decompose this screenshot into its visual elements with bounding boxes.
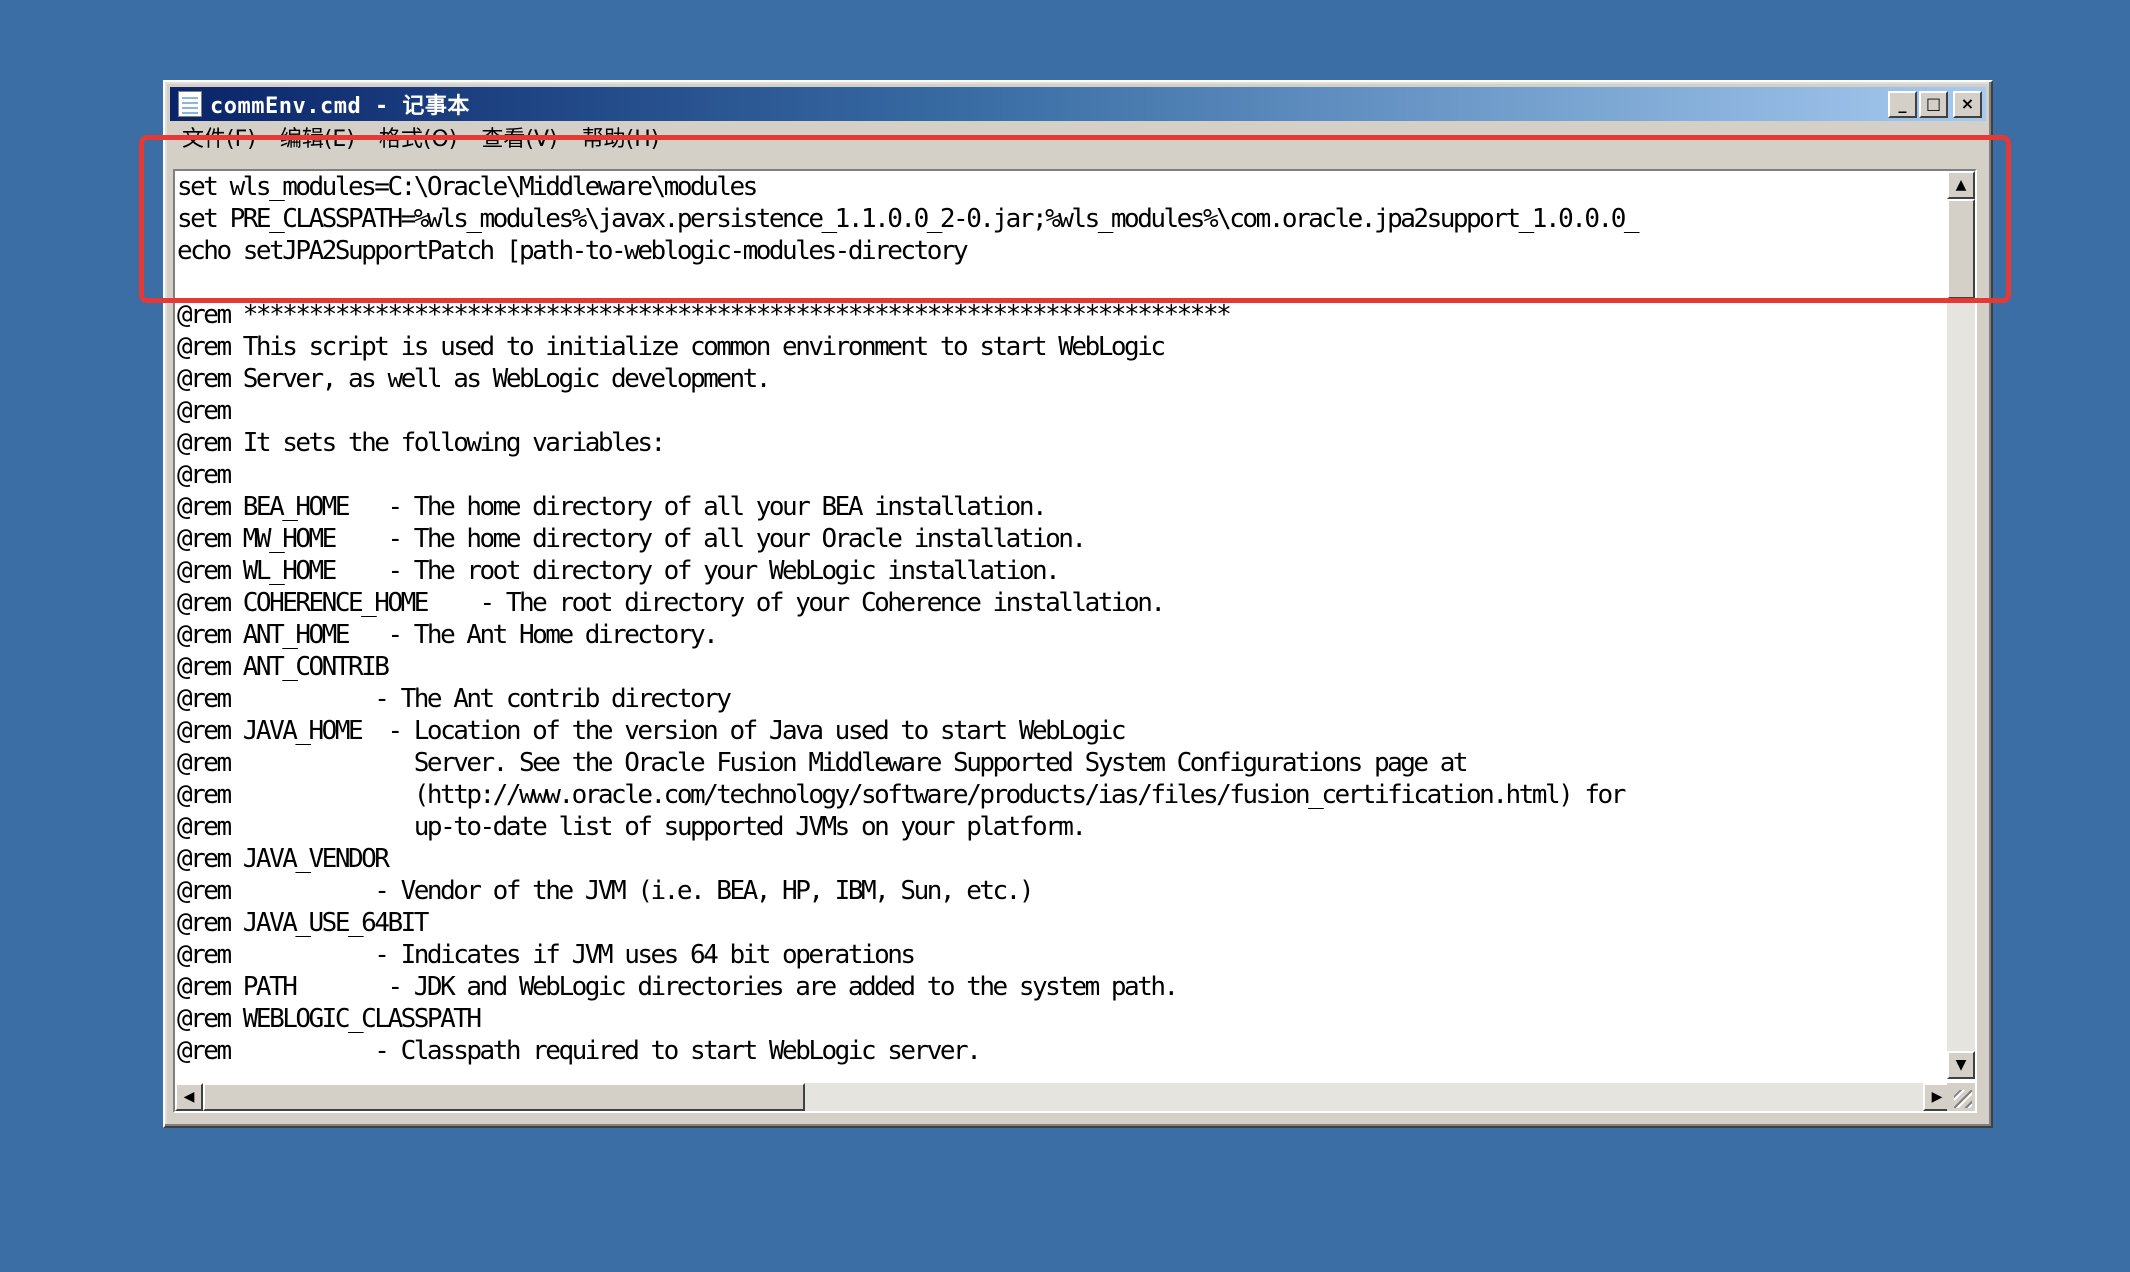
text-line: @rem — [177, 460, 232, 490]
vertical-scrollbar[interactable]: ▲ ▼ — [1947, 171, 1975, 1079]
text-line: @rem JAVA_HOME - Location of the version… — [177, 716, 1127, 746]
notepad-icon — [178, 91, 202, 117]
text-line: @rem — [177, 396, 232, 426]
text-line: @rem up-to-date list of supported JVMs o… — [177, 812, 1087, 842]
text-line: @rem (http://www.oracle.com/technology/s… — [177, 780, 1626, 810]
horizontal-scroll-thumb[interactable] — [203, 1083, 805, 1111]
text-line: @rem BEA_HOME - The home directory of al… — [177, 492, 1048, 522]
menu-file[interactable]: 文件(F) — [170, 121, 268, 153]
scroll-up-button[interactable]: ▲ — [1947, 171, 1975, 199]
text-line: @rem COHERENCE_HOME - The root directory… — [177, 588, 1166, 618]
horizontal-scrollbar[interactable]: ◀ ▶ — [175, 1083, 1951, 1111]
text-line — [177, 267, 1953, 299]
text-line: @rem - Indicates if JVM uses 64 bit oper… — [177, 940, 916, 970]
text-line: @rem JAVA_USE_64BIT — [177, 908, 429, 938]
text-line: echo setJPA2SupportPatch [path-to-weblog… — [177, 236, 969, 266]
menu-help[interactable]: 帮助(H) — [570, 121, 672, 153]
scroll-down-button[interactable]: ▼ — [1947, 1051, 1975, 1079]
text-line: @rem ANT_HOME - The Ant Home directory. — [177, 620, 719, 650]
menu-format[interactable]: 格式(O) — [367, 121, 469, 153]
text-line: @rem Server. See the Oracle Fusion Middl… — [177, 748, 1469, 778]
minimize-button[interactable]: _ — [1888, 90, 1917, 118]
notepad-window: commEnv.cmd - 记事本 _ □ × 文件(F) 编辑(E) 格式(O… — [163, 80, 1993, 1128]
text-line: @rem This script is used to initialize c… — [177, 332, 1166, 362]
text-editor[interactable]: set wls_modules=C:\Oracle\Middleware\mod… — [173, 169, 1977, 1113]
resize-grip[interactable] — [1947, 1083, 1975, 1111]
menu-view[interactable]: 查看(V) — [469, 121, 569, 153]
menu-bar: 文件(F) 编辑(E) 格式(O) 查看(V) 帮助(H) — [170, 122, 1986, 152]
text-line: @rem - Vendor of the JVM (i.e. BEA, HP, … — [177, 876, 1034, 906]
text-line: set PRE_CLASSPATH=%wls_modules%\javax.pe… — [177, 204, 1640, 234]
text-line: @rem JAVA_VENDOR — [177, 844, 390, 874]
close-button[interactable]: × — [1953, 90, 1982, 118]
vertical-scroll-thumb[interactable] — [1947, 199, 1975, 299]
window-title: commEnv.cmd - 记事本 — [210, 94, 470, 119]
maximize-button[interactable]: □ — [1919, 90, 1948, 118]
text-line: @rem ANT_CONTRIB — [177, 652, 390, 682]
text-line: @rem WL_HOME - The root directory of you… — [177, 556, 1061, 586]
text-line: @rem PATH - JDK and WebLogic directories… — [177, 972, 1179, 1002]
text-line: @rem - The Ant contrib directory — [177, 684, 732, 714]
scroll-left-button[interactable]: ◀ — [175, 1083, 203, 1111]
text-line: set wls_modules=C:\Oracle\Middleware\mod… — [177, 172, 758, 202]
text-line: @rem It sets the following variables: — [177, 428, 666, 458]
text-line: @rem ***********************************… — [177, 300, 1232, 330]
title-bar[interactable]: commEnv.cmd - 记事本 _ □ × — [170, 87, 1986, 121]
text-line: @rem Server, as well as WebLogic develop… — [177, 364, 771, 394]
text-line: @rem WEBLOGIC_CLASSPATH — [177, 1004, 482, 1034]
window-controls: _ □ × — [1888, 90, 1982, 118]
editor-text-area[interactable]: set wls_modules=C:\Oracle\Middleware\mod… — [177, 171, 1953, 1079]
menu-edit[interactable]: 编辑(E) — [268, 121, 367, 153]
text-line: @rem - Classpath required to start WebLo… — [177, 1036, 982, 1066]
text-line: @rem MW_HOME - The home directory of all… — [177, 524, 1087, 554]
